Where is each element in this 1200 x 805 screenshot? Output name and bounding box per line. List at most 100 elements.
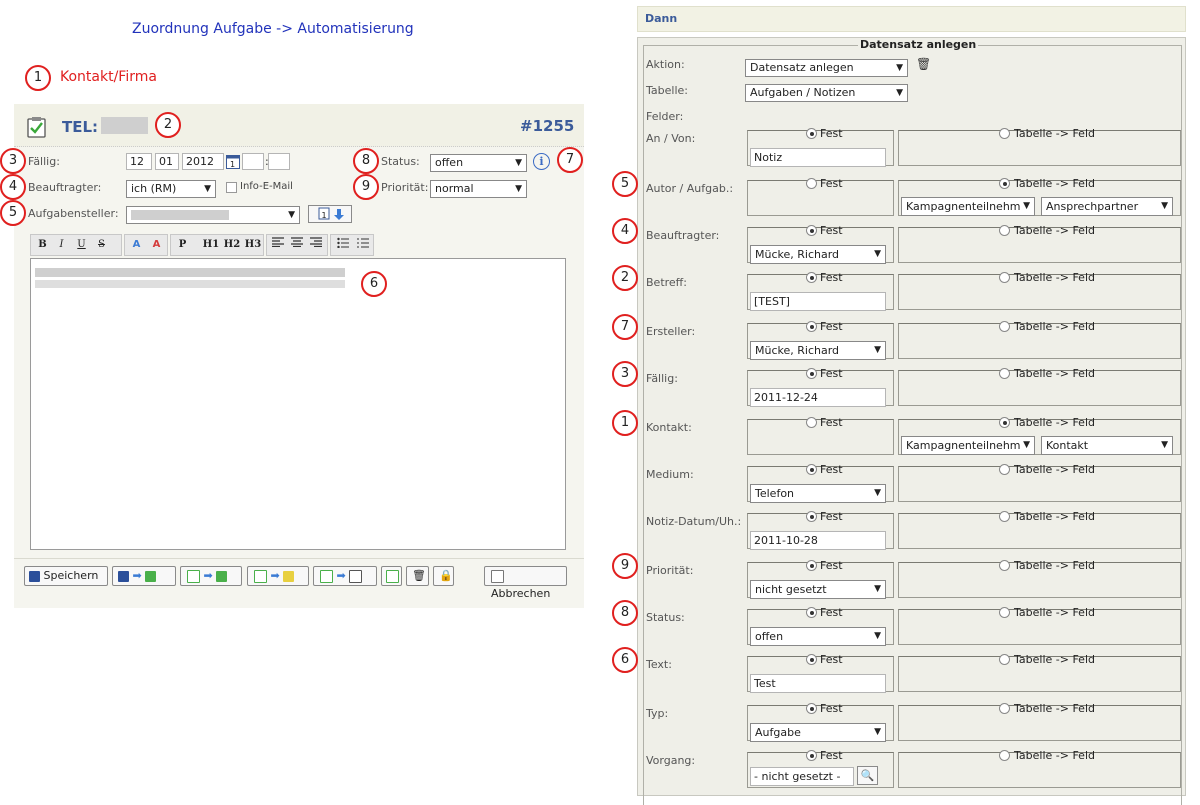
bullet-list-icon[interactable] bbox=[334, 237, 351, 253]
fixed-radio[interactable] bbox=[806, 321, 817, 332]
priority-select[interactable]: normal ▼ bbox=[430, 180, 527, 198]
fixed-value-text: Mücke, Richard bbox=[755, 248, 840, 261]
lock-button[interactable]: 🔒 bbox=[433, 566, 454, 586]
fixed-radio[interactable] bbox=[806, 272, 817, 283]
fixed-value-select[interactable]: nicht gesetzt ▼ bbox=[750, 580, 886, 599]
text-editor-area[interactable] bbox=[30, 258, 566, 550]
align-right-icon[interactable] bbox=[307, 237, 324, 253]
info-icon[interactable]: i bbox=[533, 153, 550, 170]
fixed-value-input[interactable]: [TEST] bbox=[750, 292, 886, 311]
fixed-radio[interactable] bbox=[806, 560, 817, 571]
fixed-radio-label: Fest bbox=[820, 416, 843, 429]
fixed-radio[interactable] bbox=[806, 703, 817, 714]
align-left-icon[interactable] bbox=[269, 237, 286, 253]
field-select[interactable]: Kontakt ▼ bbox=[1041, 436, 1173, 455]
status-select[interactable]: offen ▼ bbox=[430, 154, 527, 172]
fixed-radio[interactable] bbox=[806, 654, 817, 665]
assignee-select[interactable]: ich (RM) ▼ bbox=[126, 180, 216, 198]
h1-button[interactable]: H1 bbox=[201, 237, 221, 253]
info-email-checkbox[interactable] bbox=[226, 182, 237, 193]
due-minute-input[interactable] bbox=[268, 153, 290, 170]
cancel-button[interactable]: Abbrechen bbox=[484, 566, 567, 600]
table-field-radio[interactable] bbox=[999, 272, 1010, 283]
table-field-radio[interactable] bbox=[999, 511, 1010, 522]
fixed-radio[interactable] bbox=[806, 225, 817, 236]
table-field-radio[interactable] bbox=[999, 654, 1010, 665]
task-heading: TEL: bbox=[62, 118, 99, 136]
calendar-icon[interactable]: 1 bbox=[226, 154, 240, 169]
save-and-new-button[interactable]: ➡ bbox=[112, 566, 176, 586]
table-field-radio[interactable] bbox=[999, 464, 1010, 475]
fixed-radio[interactable] bbox=[806, 178, 817, 189]
field-label: Ersteller: bbox=[646, 325, 696, 338]
table-field-radio[interactable] bbox=[999, 321, 1010, 332]
fixed-radio[interactable] bbox=[806, 368, 817, 379]
table-field-radio[interactable] bbox=[999, 560, 1010, 571]
fixed-value-select[interactable]: Telefon ▼ bbox=[750, 484, 886, 503]
table-select[interactable]: Aufgaben / Notizen ▼ bbox=[745, 84, 908, 102]
paragraph-button[interactable]: P bbox=[174, 237, 191, 253]
chevron-down-icon: ▼ bbox=[896, 88, 903, 98]
chevron-down-icon: ▼ bbox=[874, 584, 881, 594]
delete-button[interactable]: 🗑 bbox=[406, 566, 429, 586]
save-button[interactable]: Speichern bbox=[24, 566, 108, 586]
fixed-value-select[interactable]: Aufgabe ▼ bbox=[750, 723, 886, 742]
table-field-radio[interactable] bbox=[999, 368, 1010, 379]
marker-8: 8 bbox=[612, 600, 638, 626]
creator-select[interactable]: ▼ bbox=[126, 206, 300, 224]
table-field-radio[interactable] bbox=[999, 703, 1010, 714]
contact-company-link[interactable]: Kontakt/Firma bbox=[60, 69, 157, 85]
fixed-value-input[interactable]: Notiz bbox=[750, 148, 886, 167]
table-field-radio[interactable] bbox=[999, 128, 1010, 139]
table-field-radio-label: Tabelle -> Feld bbox=[1014, 367, 1095, 380]
table-field-radio[interactable] bbox=[999, 417, 1010, 428]
fixed-radio[interactable] bbox=[806, 464, 817, 475]
done-and-new-button[interactable]: ➡ bbox=[180, 566, 242, 586]
due-hour-input[interactable] bbox=[242, 153, 264, 170]
fixed-value-input[interactable]: 2011-10-28 bbox=[750, 531, 886, 550]
fixed-value-select[interactable]: offen ▼ bbox=[750, 627, 886, 646]
fixed-radio[interactable] bbox=[806, 417, 817, 428]
underline-button[interactable]: U bbox=[73, 237, 90, 253]
fixed-radio[interactable] bbox=[806, 607, 817, 618]
table-field-radio[interactable] bbox=[999, 225, 1010, 236]
table-field-radio-label: Tabelle -> Feld bbox=[1014, 559, 1095, 572]
h3-button[interactable]: H3 bbox=[243, 237, 263, 253]
h2-button[interactable]: H2 bbox=[222, 237, 242, 253]
done-and-note-button[interactable]: ➡ bbox=[247, 566, 309, 586]
fixed-radio[interactable] bbox=[806, 511, 817, 522]
floppy-disk-icon bbox=[118, 570, 129, 582]
numbered-list-icon[interactable] bbox=[354, 237, 371, 253]
align-center-icon[interactable] bbox=[288, 237, 305, 253]
fixed-radio[interactable] bbox=[806, 128, 817, 139]
due-day-input[interactable]: 12 bbox=[126, 153, 152, 170]
svg-text:1: 1 bbox=[230, 160, 235, 169]
trash-icon[interactable]: 🗑 bbox=[916, 57, 931, 71]
mark-done-button[interactable] bbox=[381, 566, 402, 586]
strikethrough-button[interactable]: S bbox=[93, 237, 110, 253]
fixed-value-select[interactable]: Mücke, Richard ▼ bbox=[750, 245, 886, 264]
table-field-radio[interactable] bbox=[999, 178, 1010, 189]
fixed-radio[interactable] bbox=[806, 750, 817, 761]
fixed-value-input[interactable]: Test bbox=[750, 674, 886, 693]
marker-9: 9 bbox=[353, 174, 379, 200]
bold-button[interactable]: B bbox=[34, 237, 51, 253]
fixed-value-lookup[interactable]: - nicht gesetzt - bbox=[750, 767, 854, 786]
search-icon[interactable]: 🔍 bbox=[857, 766, 878, 785]
field-select[interactable]: Ansprechpartner ▼ bbox=[1041, 197, 1173, 216]
action-select[interactable]: Datensatz anlegen ▼ bbox=[745, 59, 908, 77]
italic-button[interactable]: I bbox=[53, 237, 70, 253]
due-month-input[interactable]: 01 bbox=[155, 153, 179, 170]
fixed-value-select[interactable]: Mücke, Richard ▼ bbox=[750, 341, 886, 360]
background-color-icon[interactable]: A bbox=[148, 237, 165, 253]
table-field-radio[interactable] bbox=[999, 607, 1010, 618]
calendar-arrow-button[interactable]: 1 bbox=[308, 205, 352, 223]
due-year-input[interactable]: 2012 bbox=[182, 153, 224, 170]
table-select[interactable]: Kampagnenteilnehm ▼ bbox=[901, 436, 1035, 455]
table-select[interactable]: Kampagnenteilnehm ▼ bbox=[901, 197, 1035, 216]
marker-4: 4 bbox=[612, 218, 638, 244]
fixed-value-input[interactable]: 2011-12-24 bbox=[750, 388, 886, 407]
table-field-radio[interactable] bbox=[999, 750, 1010, 761]
done-and-schedule-button[interactable]: ➡ bbox=[313, 566, 377, 586]
text-color-icon[interactable]: A bbox=[128, 237, 145, 253]
